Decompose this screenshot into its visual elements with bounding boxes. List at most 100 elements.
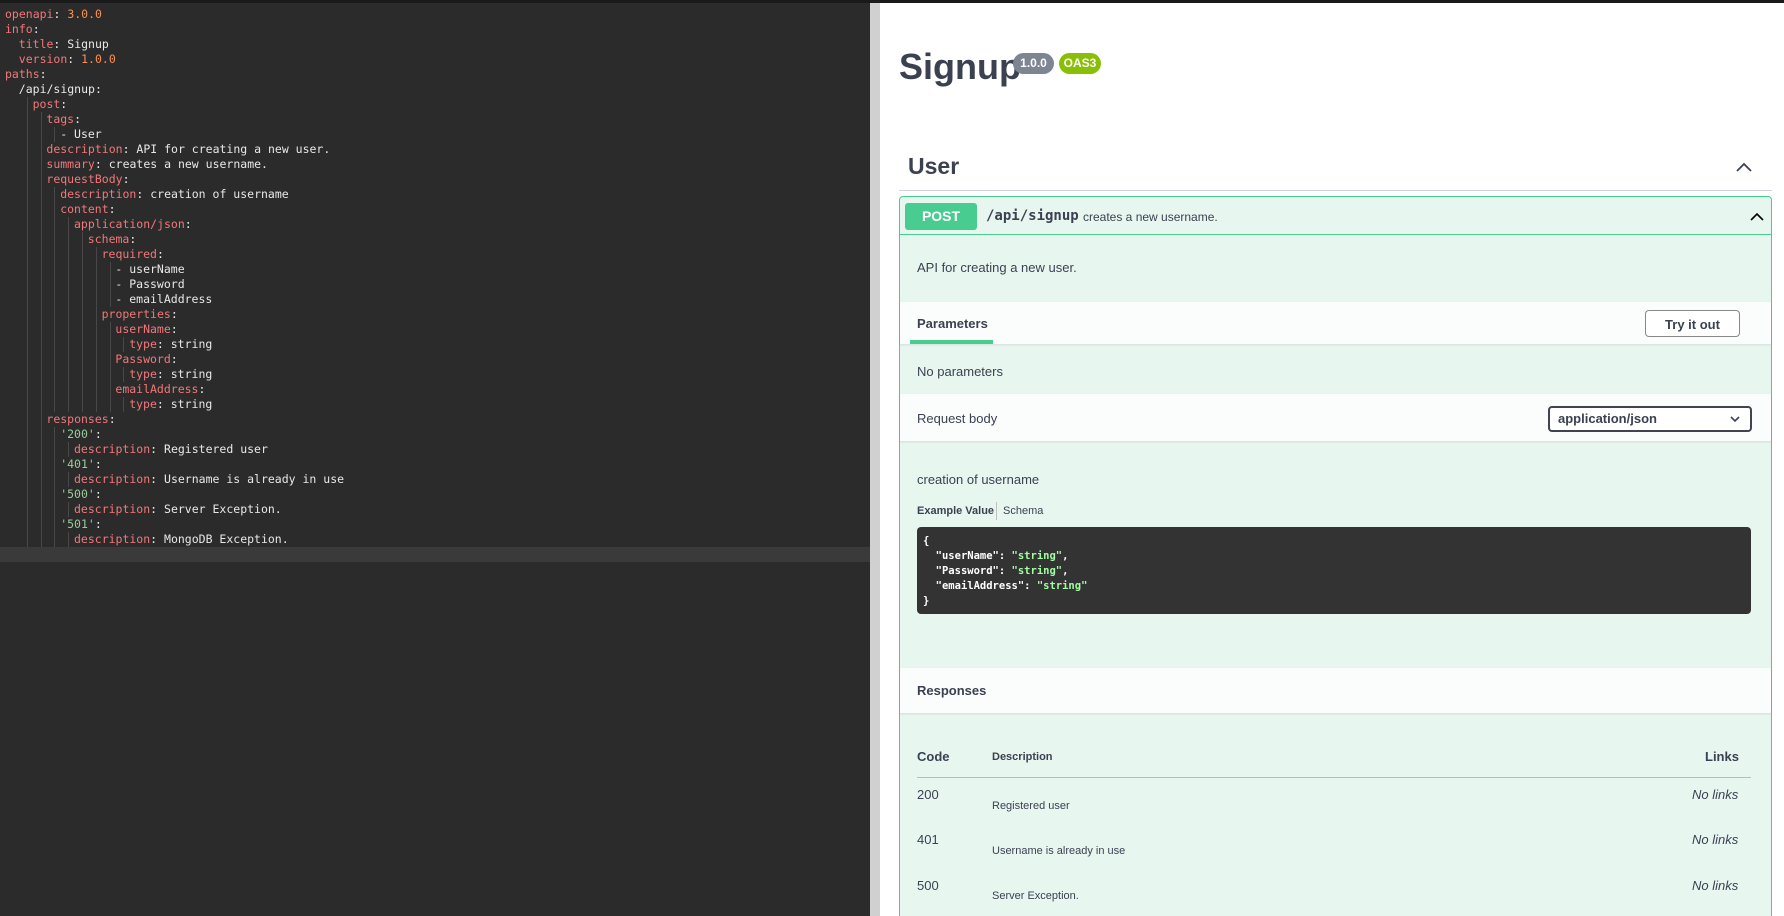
indent-guide <box>40 397 42 412</box>
code-line[interactable]: '200': <box>0 427 870 442</box>
chevron-up-icon[interactable] <box>1748 208 1766 226</box>
indent-guide <box>54 532 56 547</box>
indent-guide <box>26 382 28 397</box>
code-line[interactable]: - userName <box>0 262 870 277</box>
code-line[interactable]: tags: <box>0 112 870 127</box>
indent-guide <box>95 352 97 367</box>
indent-guide <box>68 277 70 292</box>
code-token: : <box>94 457 102 471</box>
code-text: required: <box>102 247 164 262</box>
code-line[interactable]: - Password <box>0 277 870 292</box>
indent-guide <box>95 277 97 292</box>
tag-title[interactable]: User <box>908 153 959 180</box>
code-line[interactable]: '501': <box>0 517 870 532</box>
code-line[interactable]: description: creation of username <box>0 187 870 202</box>
code-line[interactable]: description: Registered user <box>0 442 870 457</box>
code-token: : <box>170 352 178 366</box>
indent-guide <box>26 97 28 112</box>
indent-guide <box>40 487 42 502</box>
indent-guide <box>26 292 28 307</box>
code-line[interactable]: /api/signup: <box>0 82 870 97</box>
indent-guide <box>95 307 97 322</box>
responses-header-divider <box>917 777 1751 778</box>
code-line[interactable]: description: API for creating a new user… <box>0 142 870 157</box>
code-line[interactable]: responses: <box>0 412 870 427</box>
operation-summary[interactable]: POST /api/signup creates a new username. <box>900 197 1771 235</box>
indent-guide <box>26 217 28 232</box>
code-text: '401': <box>60 457 102 472</box>
responses-col-code: Code <box>917 749 950 764</box>
code-token: string <box>170 397 213 411</box>
code-line[interactable]: openapi: 3.0.0 <box>0 7 870 22</box>
indent-guide <box>54 487 56 502</box>
code-text: description: Server Exception. <box>74 502 282 517</box>
code-text: responses: <box>46 412 115 427</box>
indent-guide <box>26 457 28 472</box>
code-line[interactable]: emailAddress: <box>0 382 870 397</box>
chevron-up-icon[interactable] <box>1734 157 1754 177</box>
code-line[interactable]: requestBody: <box>0 172 870 187</box>
code-text: - userName <box>115 262 184 277</box>
code-line[interactable]: '500': <box>0 487 870 502</box>
code-line[interactable]: version: 1.0.0 <box>0 52 870 67</box>
code-token: : <box>94 517 102 531</box>
indent-guide <box>95 292 97 307</box>
code-token: '501' <box>60 517 95 531</box>
indent-guide <box>95 397 97 412</box>
code-line[interactable]: - User <box>0 127 870 142</box>
code-line[interactable]: properties: <box>0 307 870 322</box>
code-line[interactable]: post: <box>0 97 870 112</box>
indent-guide <box>123 337 125 352</box>
code-text: application/json: <box>74 217 192 232</box>
indent-guide <box>68 382 70 397</box>
indent-guide <box>40 322 42 337</box>
code-line[interactable]: schema: <box>0 232 870 247</box>
code-line[interactable]: type: string <box>0 397 870 412</box>
indent-guide <box>54 217 56 232</box>
indent-guide <box>40 247 42 262</box>
indent-guide <box>26 397 28 412</box>
code-line[interactable]: '401': <box>0 457 870 472</box>
code-text: Password: <box>115 352 177 367</box>
code-line[interactable]: - emailAddress <box>0 292 870 307</box>
code-token: : <box>156 397 171 411</box>
code-token: emailAddress <box>115 382 199 396</box>
code-token: properties <box>101 307 171 321</box>
indent-guide <box>54 367 56 382</box>
code-token: : <box>150 532 165 546</box>
code-line[interactable]: required: <box>0 247 870 262</box>
tab-active-indicator <box>910 340 993 344</box>
indent-guide <box>82 232 83 247</box>
tab-example-value[interactable]: Example Value <box>917 505 994 517</box>
code-line[interactable] <box>0 547 870 562</box>
tab-parameters[interactable]: Parameters <box>917 316 988 331</box>
code-line[interactable]: description: Username is already in use <box>0 472 870 487</box>
code-line[interactable]: description: Server Exception. <box>0 502 870 517</box>
indent-guide <box>95 337 97 352</box>
code-line[interactable]: description: MongoDB Exception. <box>0 532 870 547</box>
code-line[interactable]: userName: <box>0 322 870 337</box>
indent-guide <box>68 247 70 262</box>
code-line[interactable]: type: string <box>0 367 870 382</box>
code-text: description: creation of username <box>60 187 289 202</box>
code-line[interactable]: application/json: <box>0 217 870 232</box>
code-key: "emailAddress" <box>935 580 1025 592</box>
code-line[interactable]: summary: creates a new username. <box>0 157 870 172</box>
code-line[interactable]: title: Signup <box>0 37 870 52</box>
code-line[interactable]: content: <box>0 202 870 217</box>
indent-guide <box>26 157 28 172</box>
content-type-select[interactable]: application/json <box>1548 406 1752 432</box>
code-line[interactable]: Password: <box>0 352 870 367</box>
indent-guide <box>54 262 56 277</box>
indent-guide <box>54 457 56 472</box>
pane-splitter[interactable] <box>870 3 880 916</box>
try-it-out-button[interactable]: Try it out <box>1645 310 1740 337</box>
chevron-down-icon <box>1730 416 1740 423</box>
indent-guide <box>109 277 111 292</box>
code-line[interactable]: paths: <box>0 67 870 82</box>
yaml-editor[interactable]: openapi: 3.0.0 info: title: Signup version:… <box>0 3 870 916</box>
tab-schema[interactable]: Schema <box>1003 505 1043 517</box>
code-line[interactable]: type: string <box>0 337 870 352</box>
code-token: description <box>74 442 151 456</box>
code-line[interactable]: info: <box>0 22 870 37</box>
